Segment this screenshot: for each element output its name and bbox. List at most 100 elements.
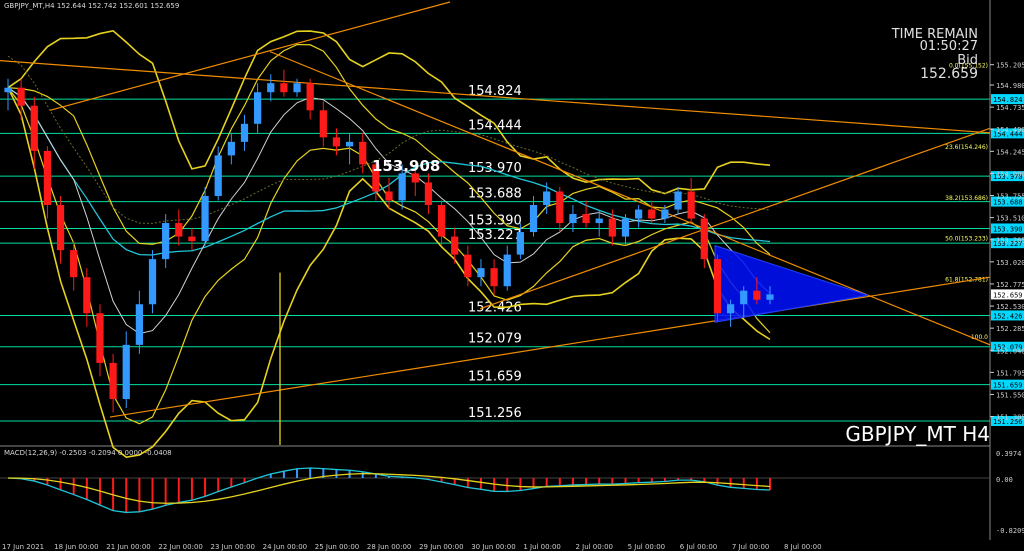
candle-body <box>437 205 446 237</box>
time-tick-label: 17 Jun 2021 <box>2 543 44 551</box>
candle-body <box>96 313 104 363</box>
candle-body <box>319 110 327 138</box>
bid-value: 152.659 <box>920 66 978 82</box>
candle-body <box>214 155 222 196</box>
candle-body <box>516 232 524 255</box>
price-tick-label: 155.205 <box>996 62 1024 70</box>
candle-body <box>556 191 564 224</box>
level-label: 152.079 <box>468 332 522 347</box>
candle-body <box>674 191 682 210</box>
macd-axis-label: -0.8209 <box>996 527 1024 535</box>
candle-body <box>188 236 196 242</box>
candle-body <box>227 141 235 156</box>
candle-body <box>83 277 91 314</box>
candle-body <box>713 259 722 314</box>
candle-body <box>4 87 12 93</box>
candle-body <box>359 141 367 165</box>
level-axis-tag-label: 152.426 <box>993 312 1023 320</box>
time-tick-label: 6 Jul 00:00 <box>680 543 718 551</box>
price-tick-label: 151.305 <box>996 414 1024 422</box>
candle-body <box>70 250 78 278</box>
candle-body <box>595 218 603 224</box>
candle-body <box>56 205 65 251</box>
candle-body <box>332 137 341 147</box>
time-tick-label: 8 Jul 00:00 <box>784 543 822 551</box>
level-label: 151.256 <box>468 406 522 421</box>
fib-label: 61.8(152.781) <box>945 276 988 283</box>
candle-body <box>661 209 669 219</box>
time-tick-label: 24 Jun 00:00 <box>263 543 307 551</box>
price-tick-label: 151.795 <box>996 369 1024 377</box>
time-tick-label: 30 Jun 00:00 <box>471 543 515 551</box>
level-axis-tag-label: 151.659 <box>993 382 1023 390</box>
candle-body <box>148 259 157 305</box>
candle-body <box>621 218 630 237</box>
candle-body <box>122 344 130 399</box>
candle-body <box>753 290 761 300</box>
fib-label: 50.0(153.233) <box>945 236 988 243</box>
symbol-info: GBPJPY_MT,H4 152.644 152.742 152.601 152… <box>4 2 179 10</box>
candle-body <box>109 362 117 399</box>
price-tick-label: 152.285 <box>996 325 1024 333</box>
level-label: 152.426 <box>468 300 522 315</box>
candle-body <box>293 83 301 93</box>
macd-info: MACD(12,26,9) -0.2503 -0.2094 0.0000 -0.… <box>4 449 172 457</box>
level-label: 154.444 <box>468 118 522 133</box>
candle-body <box>490 268 498 287</box>
price-tick-label: 154.490 <box>996 126 1024 134</box>
macd-axis-label: 0.00 <box>996 476 1013 484</box>
price-tick-label: 152.530 <box>996 303 1024 311</box>
candle-body <box>398 173 406 201</box>
level-label: 153.970 <box>468 161 522 176</box>
price-tick-label: 153.020 <box>996 259 1024 267</box>
highlight-price-label: 153.908 <box>372 157 440 175</box>
price-tick-label: 153.265 <box>996 237 1024 245</box>
time-tick-label: 25 Jun 00:00 <box>315 543 359 551</box>
candle-body <box>464 254 472 278</box>
candle-body <box>635 209 643 219</box>
candle-body <box>162 223 170 260</box>
time-tick-label: 2 Jul 00:00 <box>575 543 613 551</box>
candle-body <box>424 182 433 206</box>
candle-body <box>700 218 708 260</box>
candle-body <box>43 150 52 206</box>
candle-body <box>740 290 748 305</box>
time-remain-value: 01:50:27 <box>920 39 978 54</box>
candle-body <box>17 87 25 106</box>
fib-label: 38.2(153.686) <box>945 195 988 202</box>
time-tick-label: 18 Jun 00:00 <box>54 543 98 551</box>
price-tick-label: 153.510 <box>996 215 1024 223</box>
time-tick-label: 1 Jul 00:00 <box>523 543 561 551</box>
symbol-watermark: GBPJPY_MT H4 <box>845 422 990 446</box>
level-axis-tag-label: 154.824 <box>993 96 1023 104</box>
candle-body <box>529 205 538 233</box>
candle-body <box>543 191 551 206</box>
candle-body <box>345 141 354 147</box>
price-tick-label: 154.735 <box>996 104 1024 112</box>
price-chart[interactable]: 154.824154.444153.970153.688153.390153.2… <box>0 0 1024 551</box>
macd-axis-label: 0.3974 <box>996 450 1021 458</box>
candle-body <box>306 83 314 111</box>
time-tick-label: 29 Jun 00:00 <box>419 543 463 551</box>
candle-body <box>608 218 616 237</box>
level-label: 153.688 <box>468 187 522 202</box>
level-label: 153.227 <box>468 228 522 243</box>
candle-body <box>175 223 183 237</box>
current-price-tag-label: 152.659 <box>993 291 1023 299</box>
level-label: 151.659 <box>468 370 522 385</box>
candle-body <box>267 83 275 93</box>
candle-body <box>687 191 695 219</box>
candle-body <box>569 214 577 224</box>
candle-body <box>385 191 393 201</box>
price-tick-label: 154.245 <box>996 148 1024 156</box>
candle-body <box>451 236 459 255</box>
level-label: 153.390 <box>468 213 522 228</box>
candle-body <box>135 304 143 345</box>
candle-body <box>30 105 38 151</box>
price-tick-label: 153.755 <box>996 193 1024 201</box>
candle-body <box>503 254 511 287</box>
time-tick-label: 7 Jul 00:00 <box>732 543 770 551</box>
price-tick-label: 154.000 <box>996 170 1024 178</box>
price-tick-label: 152.040 <box>996 347 1024 355</box>
price-tick-label: 154.980 <box>996 82 1024 90</box>
